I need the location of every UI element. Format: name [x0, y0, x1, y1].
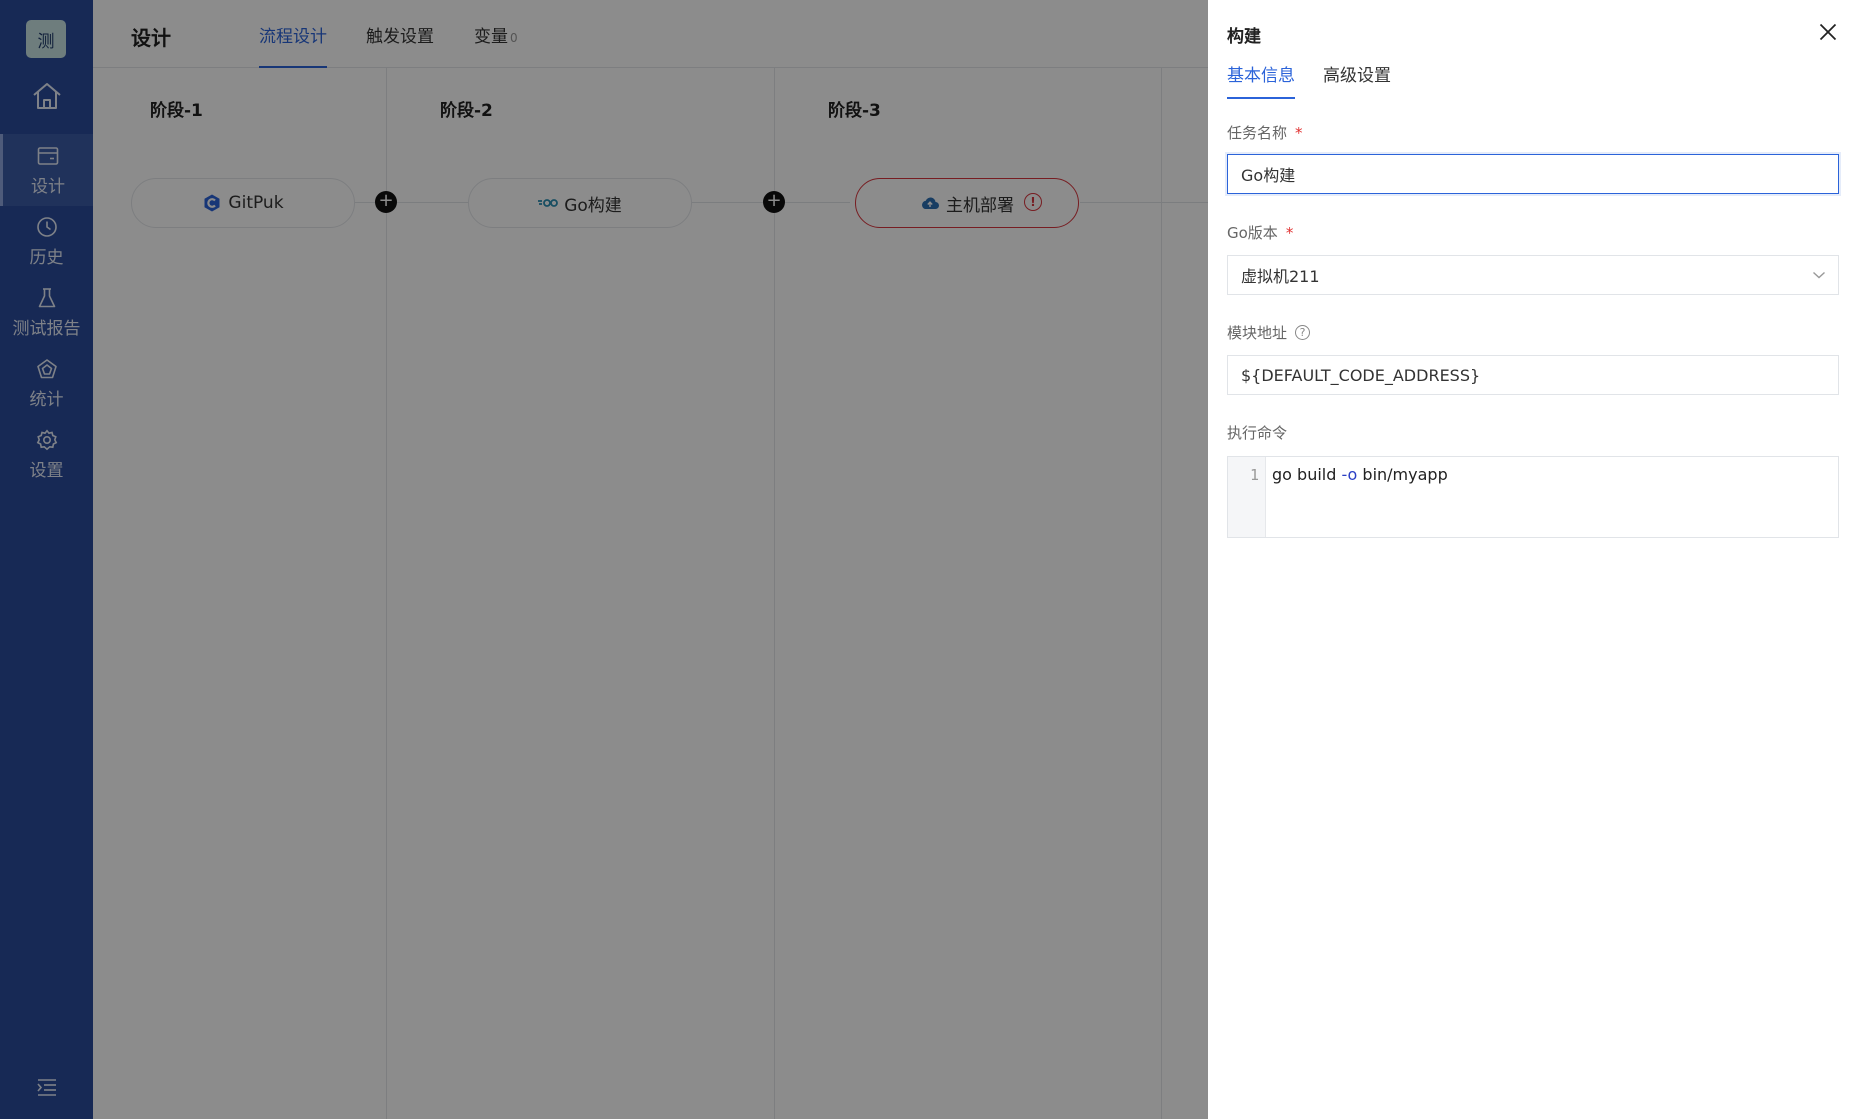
tab-basic-info[interactable]: 基本信息 [1227, 61, 1295, 99]
tab-advanced-settings[interactable]: 高级设置 [1323, 61, 1391, 99]
close-icon [1819, 23, 1837, 41]
drawer-title: 构建 [1227, 27, 1261, 47]
go-version-label: Go版本 * [1227, 223, 1294, 243]
task-config-drawer: 构建 基本信息 高级设置 任务名称 * Go构建 Go版本 * 虚拟机211 模块地… [1208, 0, 1859, 1119]
go-version-value: 虚拟机211 [1241, 267, 1320, 286]
help-icon[interactable]: ? [1295, 325, 1311, 340]
line-number: 1 [1228, 457, 1266, 537]
required-mark: * [1295, 123, 1303, 142]
close-button[interactable] [1816, 20, 1840, 44]
task-name-input[interactable]: Go构建 [1227, 154, 1839, 194]
required-mark: * [1285, 223, 1294, 242]
task-name-label: 任务名称 * [1227, 123, 1303, 143]
modal-overlay[interactable] [0, 0, 1208, 1119]
module-address-label: 模块地址? [1227, 322, 1311, 343]
code-line: go build -o bin/myapp [1272, 465, 1448, 484]
go-version-select[interactable]: 虚拟机211 [1227, 255, 1839, 295]
command-label: 执行命令 [1227, 424, 1288, 442]
chevron-down-icon [1813, 271, 1825, 279]
module-address-value: ${DEFAULT_CODE_ADDRESS} [1241, 365, 1481, 385]
task-name-value: Go构建 [1241, 166, 1296, 185]
command-editor[interactable]: 1 go build -o bin/myapp [1227, 456, 1839, 538]
module-address-input[interactable]: ${DEFAULT_CODE_ADDRESS} [1227, 355, 1839, 395]
